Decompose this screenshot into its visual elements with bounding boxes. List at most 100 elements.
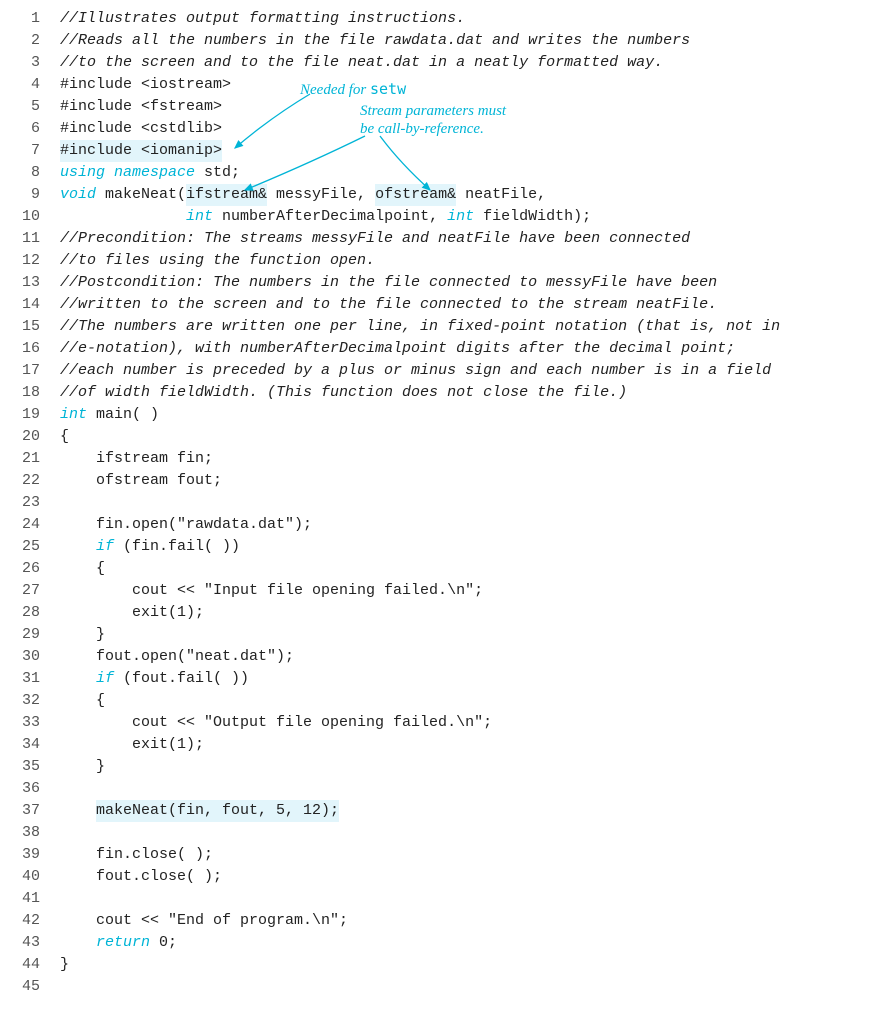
- code-text: fin.close( );: [60, 844, 213, 866]
- line-number: 39: [0, 844, 60, 866]
- code-text: std;: [195, 162, 240, 184]
- code-listing: Needed for setw Stream parameters must b…: [0, 8, 875, 998]
- code-text: main( ): [87, 404, 159, 426]
- line-number: 41: [0, 888, 60, 910]
- code-text: {: [60, 426, 69, 448]
- code-text: makeNeat(: [96, 184, 186, 206]
- keyword: int: [186, 206, 213, 228]
- code-text: #include <iostream>: [60, 74, 231, 96]
- line-number: 4: [0, 74, 60, 96]
- line-number: 22: [0, 470, 60, 492]
- keyword: using namespace: [60, 162, 195, 184]
- code-text: cout << "End of program.\n";: [60, 910, 348, 932]
- comment: //Postcondition: The numbers in the file…: [60, 272, 717, 294]
- code-text: {: [60, 690, 105, 712]
- line-number: 17: [0, 360, 60, 382]
- line-number: 26: [0, 558, 60, 580]
- line-number: 21: [0, 448, 60, 470]
- code-text: fieldWidth);: [474, 206, 591, 228]
- code-text: messyFile,: [267, 184, 375, 206]
- line-number: 19: [0, 404, 60, 426]
- code-text: neatFile,: [456, 184, 546, 206]
- line-number: 2: [0, 30, 60, 52]
- keyword: return: [96, 932, 150, 954]
- line-number: 18: [0, 382, 60, 404]
- line-number: 6: [0, 118, 60, 140]
- code-text: cout << "Output file opening failed.\n";: [60, 712, 492, 734]
- line-number: 9: [0, 184, 60, 206]
- code-text: ifstream fin;: [60, 448, 213, 470]
- code-text: }: [60, 954, 69, 976]
- code-text: }: [60, 624, 105, 646]
- code-text: #include <fstream>: [60, 96, 222, 118]
- line-number: 25: [0, 536, 60, 558]
- line-number: 13: [0, 272, 60, 294]
- keyword: int: [60, 404, 87, 426]
- code-text: 0;: [150, 932, 177, 954]
- line-number: 27: [0, 580, 60, 602]
- code-text: #include <cstdlib>: [60, 118, 222, 140]
- code-highlighted: ofstream&: [375, 184, 456, 206]
- line-number: 35: [0, 756, 60, 778]
- comment: //Illustrates output formatting instruct…: [60, 8, 465, 30]
- code-text: numberAfterDecimalpoint,: [213, 206, 447, 228]
- code-text: [60, 668, 96, 690]
- code-text: {: [60, 558, 105, 580]
- line-number: 1: [0, 8, 60, 30]
- code-highlighted: makeNeat(fin, fout, 5, 12);: [96, 800, 339, 822]
- keyword: if: [96, 536, 114, 558]
- comment: //to files using the function open.: [60, 250, 375, 272]
- line-number: 11: [0, 228, 60, 250]
- line-number: 8: [0, 162, 60, 184]
- code-text: exit(1);: [60, 734, 204, 756]
- line-number: 20: [0, 426, 60, 448]
- code-highlighted: #include <iomanip>: [60, 140, 222, 162]
- code-highlighted: ifstream&: [186, 184, 267, 206]
- code-text: ofstream fout;: [60, 470, 222, 492]
- line-number: 30: [0, 646, 60, 668]
- line-number: 31: [0, 668, 60, 690]
- line-number: 33: [0, 712, 60, 734]
- code-text: exit(1);: [60, 602, 204, 624]
- line-number: 45: [0, 976, 60, 998]
- line-number: 12: [0, 250, 60, 272]
- keyword: void: [60, 184, 96, 206]
- line-number: 24: [0, 514, 60, 536]
- line-number: 16: [0, 338, 60, 360]
- line-number: 42: [0, 910, 60, 932]
- code-text: cout << "Input file opening failed.\n";: [60, 580, 483, 602]
- code-text: [60, 932, 96, 954]
- comment: //each number is preceded by a plus or m…: [60, 360, 771, 382]
- code-text: [60, 800, 96, 822]
- line-number: 43: [0, 932, 60, 954]
- code-text: fout.close( );: [60, 866, 222, 888]
- line-number: 44: [0, 954, 60, 976]
- line-number: 32: [0, 690, 60, 712]
- code-text: (fin.fail( )): [114, 536, 240, 558]
- code-text: fout.open("neat.dat");: [60, 646, 294, 668]
- line-number: 5: [0, 96, 60, 118]
- keyword: if: [96, 668, 114, 690]
- line-number: 29: [0, 624, 60, 646]
- comment: //written to the screen and to the file …: [60, 294, 717, 316]
- code-text: fin.open("rawdata.dat");: [60, 514, 312, 536]
- comment: //Precondition: The streams messyFile an…: [60, 228, 690, 250]
- comment: //The numbers are written one per line, …: [60, 316, 780, 338]
- line-number: 10: [0, 206, 60, 228]
- keyword: int: [447, 206, 474, 228]
- line-number: 7: [0, 140, 60, 162]
- line-number: 37: [0, 800, 60, 822]
- line-number: 38: [0, 822, 60, 844]
- comment: //of width fieldWidth. (This function do…: [60, 382, 627, 404]
- comment: //e-notation), with numberAfterDecimalpo…: [60, 338, 735, 360]
- code-text: (fout.fail( )): [114, 668, 249, 690]
- comment: //Reads all the numbers in the file rawd…: [60, 30, 690, 52]
- line-number: 23: [0, 492, 60, 514]
- comment: //to the screen and to the file neat.dat…: [60, 52, 663, 74]
- code-text: [60, 206, 186, 228]
- line-number: 28: [0, 602, 60, 624]
- line-number: 14: [0, 294, 60, 316]
- line-number: 40: [0, 866, 60, 888]
- line-number: 36: [0, 778, 60, 800]
- code-text: }: [60, 756, 105, 778]
